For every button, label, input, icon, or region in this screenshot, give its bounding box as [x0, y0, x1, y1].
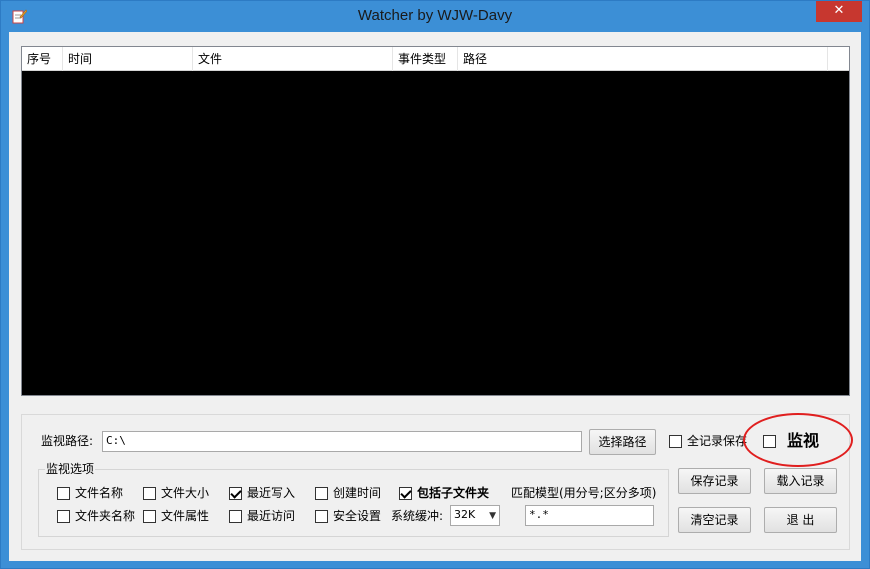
- full-save-checkbox[interactable]: 全记录保存: [669, 433, 747, 449]
- security-label: 安全设置: [333, 509, 382, 523]
- include-subdirs-box[interactable]: [399, 486, 412, 500]
- buffer-label: 系统缓冲:: [391, 509, 444, 523]
- file-size-checkbox[interactable]: 文件大小: [143, 485, 209, 501]
- include-subdirs-checkbox[interactable]: 包括子文件夹: [399, 485, 489, 501]
- close-button[interactable]: ✕: [816, 1, 862, 22]
- path-input[interactable]: C:\: [102, 431, 582, 452]
- title-bar[interactable]: Watcher by WJW-Davy ✕: [1, 1, 869, 32]
- event-list[interactable]: 序号 时间 文件 事件类型 路径: [21, 46, 850, 396]
- column-header-file[interactable]: 文件: [193, 47, 393, 71]
- last-write-box[interactable]: [229, 486, 242, 500]
- pattern-input[interactable]: *.*: [525, 505, 654, 526]
- watch-options-group: 监视选项 文件名称 文件大小 最近写入 创建时间 包括子文件夹 文件夹名称 文件…: [38, 462, 669, 537]
- attributes-label: 文件属性: [161, 509, 210, 523]
- creation-time-label: 创建时间: [333, 486, 382, 500]
- column-header-event-type[interactable]: 事件类型: [393, 47, 458, 71]
- path-label: 监视路径:: [41, 434, 94, 448]
- last-access-box[interactable]: [229, 509, 242, 523]
- column-header-path[interactable]: 路径: [458, 47, 828, 71]
- client-area: 序号 时间 文件 事件类型 路径 监视路径: C:\ 选择路径 全记录保存 监视…: [9, 32, 861, 561]
- load-log-button[interactable]: 载入记录: [764, 468, 837, 494]
- attributes-box[interactable]: [143, 509, 156, 523]
- save-log-button[interactable]: 保存记录: [678, 468, 751, 494]
- include-subdirs-label: 包括子文件夹: [417, 486, 490, 500]
- pattern-label: 匹配模型(用分号;区分多项): [511, 486, 657, 500]
- creation-time-checkbox[interactable]: 创建时间: [315, 485, 381, 501]
- list-header: 序号 时间 文件 事件类型 路径: [22, 47, 849, 71]
- exit-button[interactable]: 退 出: [764, 507, 837, 533]
- dir-name-box[interactable]: [57, 509, 70, 523]
- file-name-box[interactable]: [57, 486, 70, 500]
- full-save-label: 全记录保存: [687, 434, 748, 448]
- last-write-checkbox[interactable]: 最近写入: [229, 485, 295, 501]
- security-checkbox[interactable]: 安全设置: [315, 508, 381, 524]
- file-name-checkbox[interactable]: 文件名称: [57, 485, 123, 501]
- dir-name-label: 文件夹名称: [75, 509, 136, 523]
- close-icon: ✕: [833, 3, 845, 18]
- dir-name-checkbox[interactable]: 文件夹名称: [57, 508, 135, 524]
- security-box[interactable]: [315, 509, 328, 523]
- buffer-size-value: 32K: [454, 508, 476, 521]
- column-header-index[interactable]: 序号: [22, 47, 63, 71]
- clear-log-button[interactable]: 清空记录: [678, 507, 751, 533]
- file-size-box[interactable]: [143, 486, 156, 500]
- column-header-filler: [828, 47, 849, 71]
- column-header-time[interactable]: 时间: [63, 47, 193, 71]
- full-save-box[interactable]: [669, 434, 682, 448]
- highlight-ellipse: [743, 413, 853, 467]
- creation-time-box[interactable]: [315, 486, 328, 500]
- buffer-size-select[interactable]: 32K ▼: [450, 505, 500, 526]
- controls-panel: 监视路径: C:\ 选择路径 全记录保存 监视 监视选项 文件名称 文件大小 最…: [21, 414, 850, 550]
- browse-path-button[interactable]: 选择路径: [589, 429, 656, 455]
- window-title: Watcher by WJW-Davy: [357, 7, 513, 24]
- main-window: Watcher by WJW-Davy ✕ 序号 时间 文件 事件类型 路径 监…: [0, 0, 870, 569]
- last-access-checkbox[interactable]: 最近访问: [229, 508, 295, 524]
- chevron-down-icon: ▼: [489, 511, 496, 521]
- watch-options-title: 监视选项: [45, 462, 96, 477]
- last-access-label: 最近访问: [247, 509, 296, 523]
- last-write-label: 最近写入: [247, 486, 296, 500]
- file-name-label: 文件名称: [75, 486, 124, 500]
- attributes-checkbox[interactable]: 文件属性: [143, 508, 209, 524]
- file-size-label: 文件大小: [161, 486, 210, 500]
